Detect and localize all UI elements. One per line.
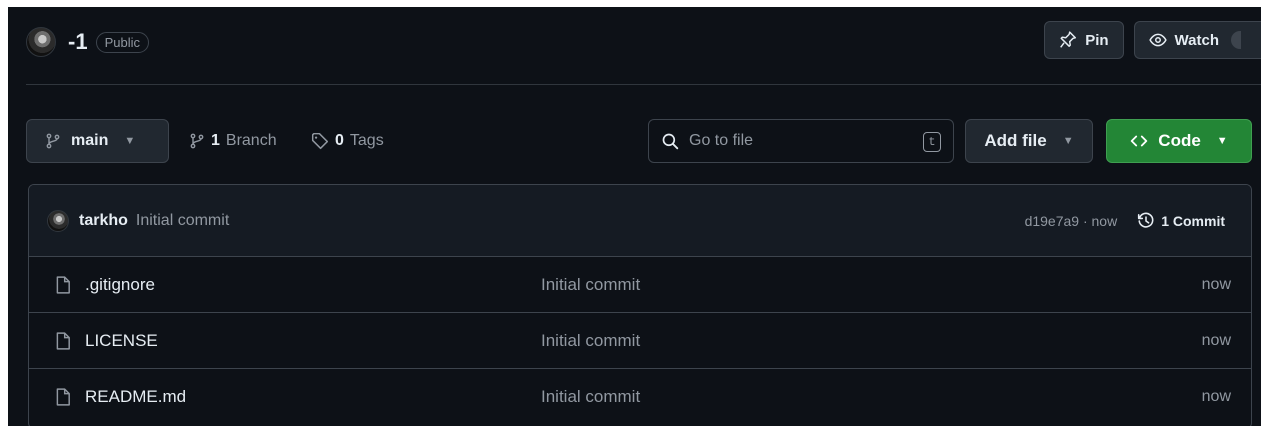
code-icon	[1130, 132, 1148, 150]
latest-commit-bar: tarkho Initial commit d19e7a9 · now 1 Co…	[29, 185, 1251, 257]
file-row[interactable]: .gitignore Initial commit now	[29, 257, 1251, 313]
watch-label: Watch	[1174, 31, 1219, 49]
file-icon	[55, 331, 71, 350]
owner-avatar[interactable]	[26, 27, 56, 57]
chevron-down-icon: ▼	[1062, 135, 1074, 147]
file-commit-date: now	[1201, 388, 1231, 405]
search-icon	[661, 132, 679, 150]
commits-link[interactable]: 1 Commit	[1137, 212, 1225, 230]
file-row[interactable]: README.md Initial commit now	[29, 369, 1251, 425]
commits-count-label: 1 Commit	[1161, 212, 1225, 229]
file-name[interactable]: LICENSE	[85, 331, 158, 351]
file-commit-date: now	[1201, 331, 1231, 349]
add-file-button[interactable]: Add file ▼	[965, 119, 1093, 163]
commit-sha-time[interactable]: d19e7a9 · now	[1025, 213, 1118, 229]
visibility-badge: Public	[95, 31, 149, 53]
tags-link[interactable]: 0 Tags	[311, 119, 384, 163]
branch-name: main	[71, 132, 109, 149]
history-icon	[1137, 212, 1155, 230]
file-commit-date: now	[1201, 275, 1231, 293]
branches-label: Branch	[225, 132, 277, 149]
header-divider	[26, 84, 1261, 85]
repository-page: -1 Public Pin Watch main ▼ 1 Branch 0 Ta…	[8, 7, 1261, 426]
chevron-down-icon: ▼	[124, 135, 136, 147]
tags-count: 0	[335, 132, 344, 149]
branches-count: 1	[211, 132, 220, 149]
go-to-file-search[interactable]: t	[648, 119, 954, 163]
watch-count-badge	[1231, 31, 1241, 49]
repo-name[interactable]: -1	[68, 29, 88, 55]
branch-icon	[45, 133, 61, 149]
file-table: tarkho Initial commit d19e7a9 · now 1 Co…	[28, 184, 1252, 426]
search-input[interactable]	[689, 132, 899, 150]
file-row[interactable]: LICENSE Initial commit now	[29, 313, 1251, 369]
add-file-label: Add file	[984, 131, 1047, 150]
file-icon	[55, 275, 71, 294]
watch-button[interactable]: Watch	[1133, 21, 1261, 59]
repo-toolbar: main ▼ 1 Branch 0 Tags t Add file	[26, 119, 1261, 163]
file-commit-message[interactable]: Initial commit	[541, 331, 640, 351]
code-label: Code	[1158, 131, 1201, 150]
pin-icon	[1059, 31, 1077, 49]
code-button[interactable]: Code ▼	[1106, 119, 1252, 163]
keyboard-shortcut-hint: t	[923, 132, 941, 152]
branch-selector[interactable]: main ▼	[26, 119, 169, 163]
tags-label: Tags	[349, 132, 384, 149]
tag-icon	[311, 132, 329, 150]
commit-meta: d19e7a9 · now 1 Commit	[1025, 212, 1225, 230]
file-commit-message[interactable]: Initial commit	[541, 387, 640, 407]
file-commit-message[interactable]: Initial commit	[541, 275, 640, 295]
commit-author[interactable]: tarkho	[79, 212, 128, 230]
chevron-down-icon: ▼	[1216, 135, 1228, 147]
file-name[interactable]: .gitignore	[85, 275, 155, 295]
author-avatar[interactable]	[47, 209, 69, 232]
pin-label: Pin	[1085, 31, 1109, 49]
file-icon	[55, 388, 71, 406]
file-name[interactable]: README.md	[85, 387, 186, 407]
eye-icon	[1148, 31, 1167, 49]
branches-link[interactable]: 1 Branch	[189, 119, 277, 163]
pin-button[interactable]: Pin	[1044, 21, 1124, 59]
commit-message[interactable]: Initial commit	[136, 212, 229, 230]
branch-icon	[189, 133, 205, 149]
header-actions: Pin Watch	[1044, 21, 1261, 59]
repo-header: -1 Public	[26, 23, 149, 61]
